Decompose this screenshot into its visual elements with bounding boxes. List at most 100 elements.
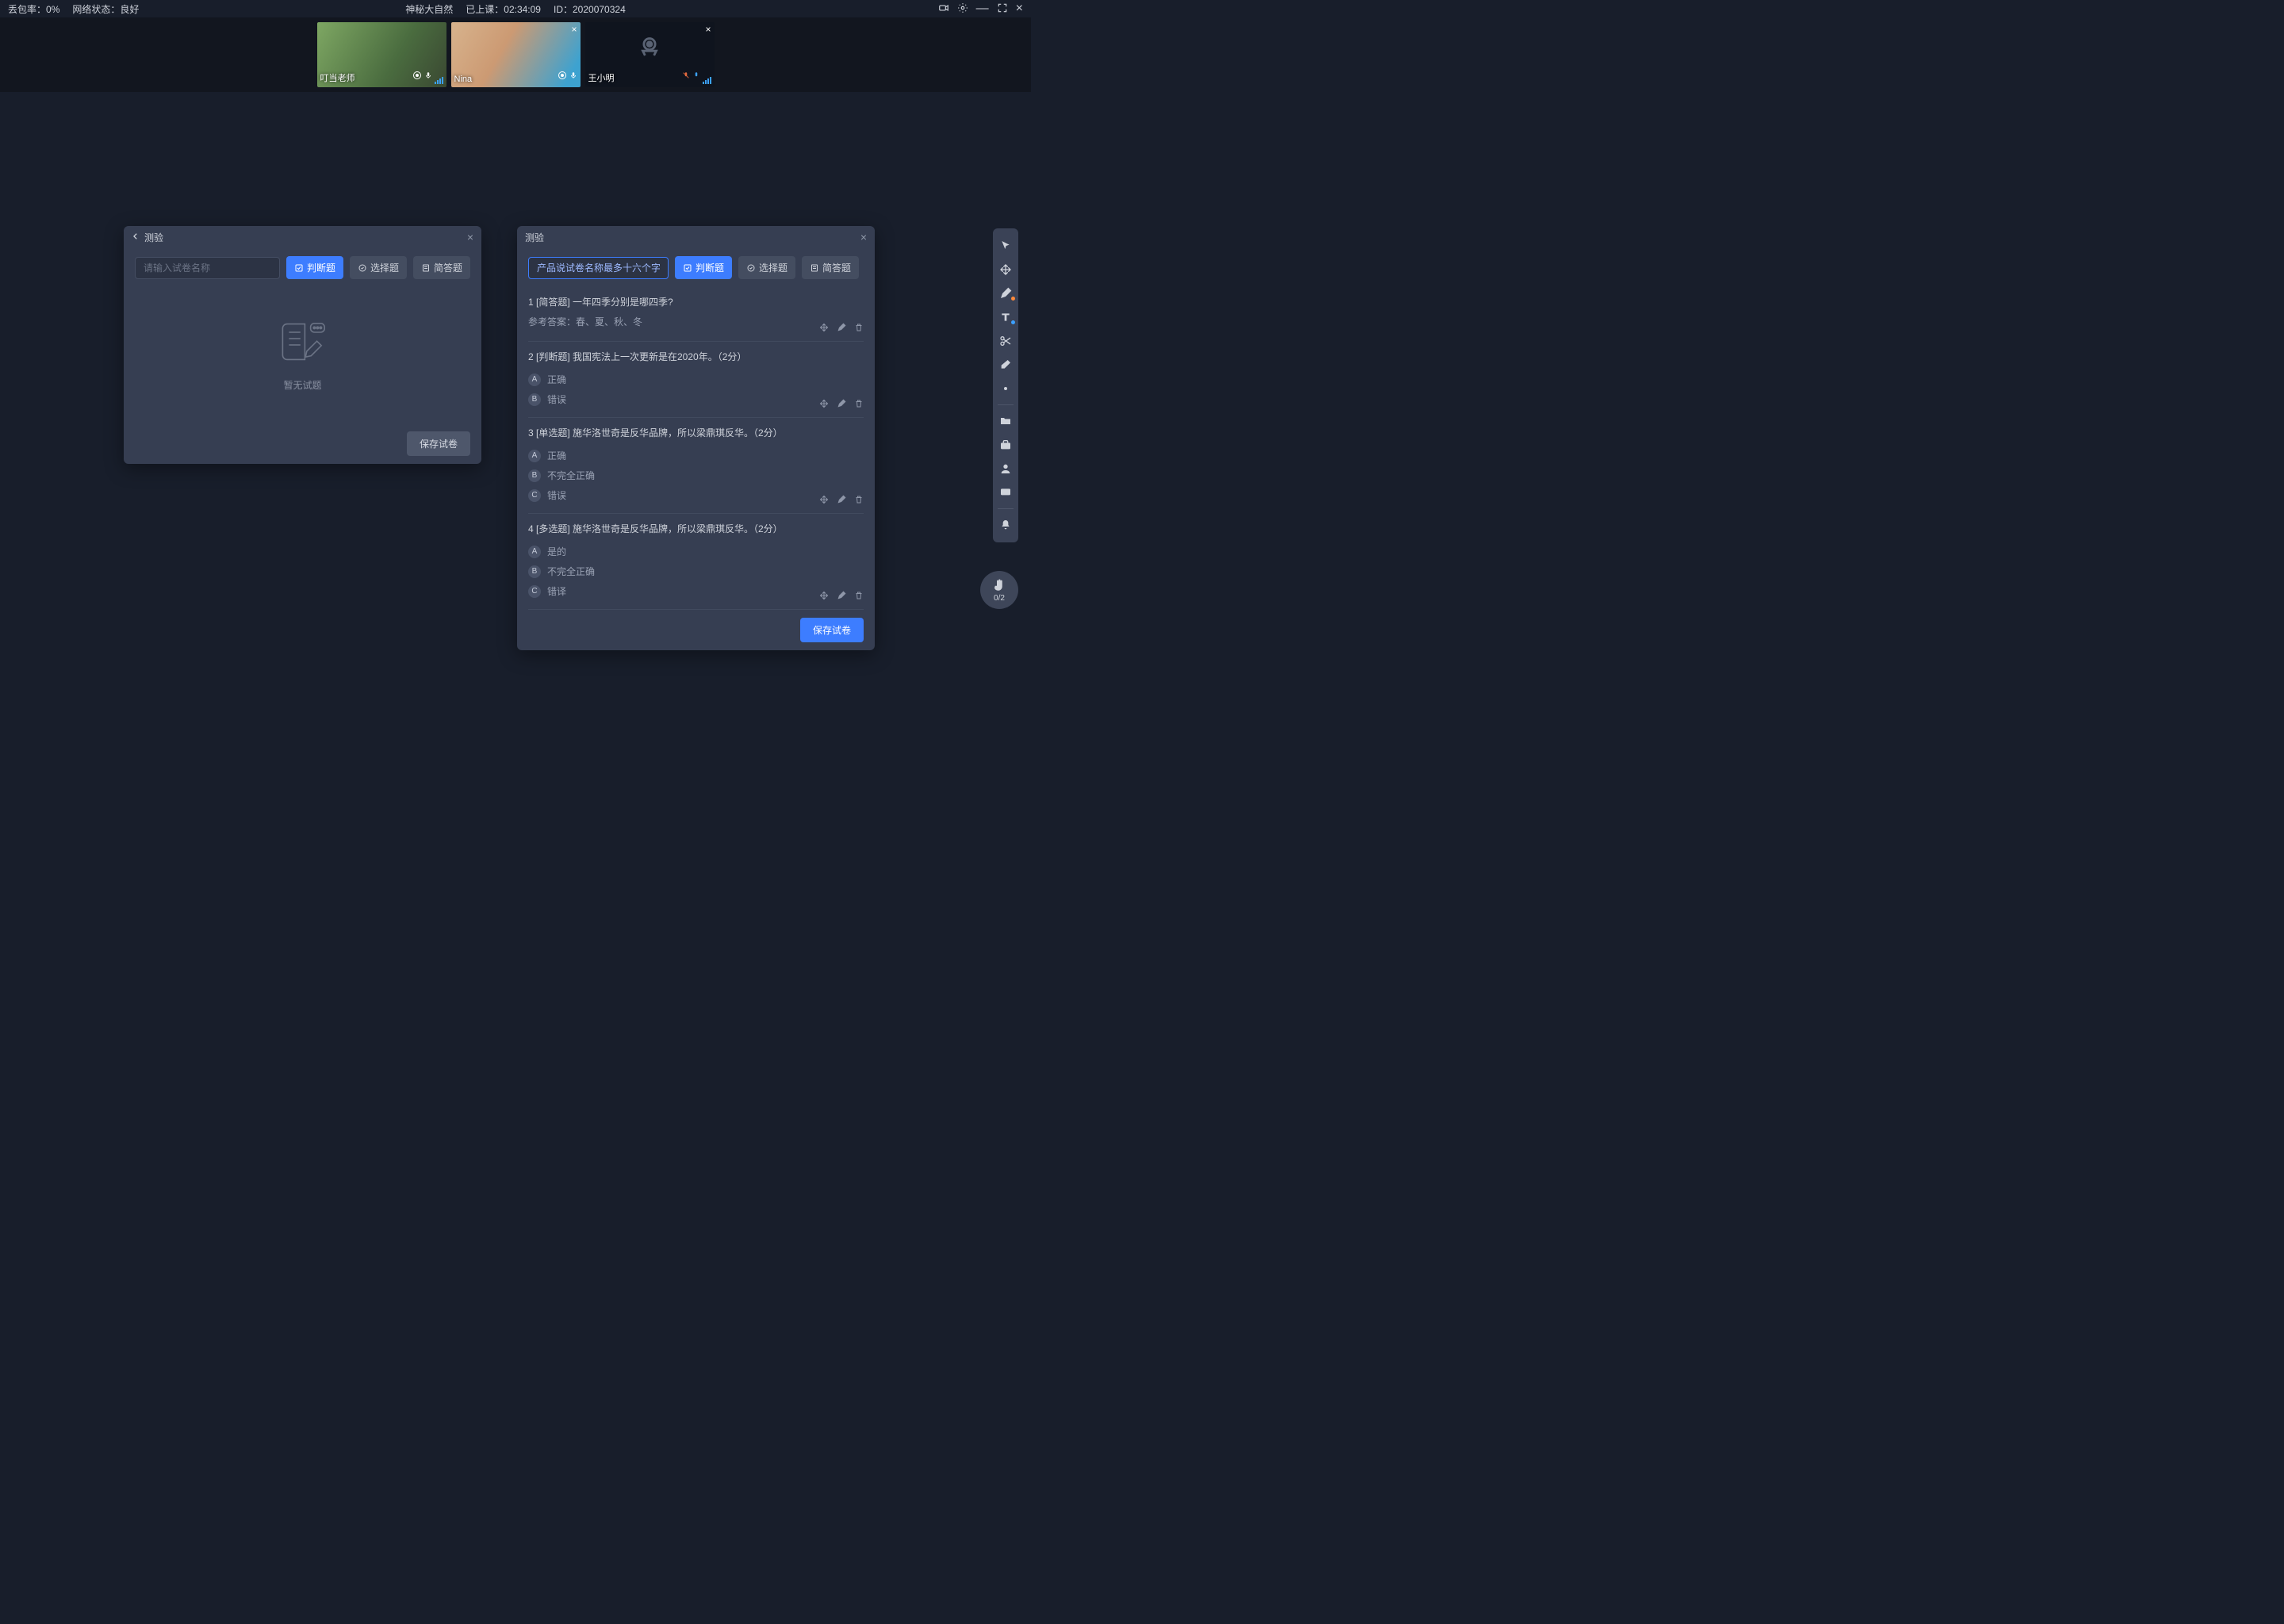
mic-icon[interactable] [692, 70, 700, 84]
move-icon[interactable] [819, 591, 829, 603]
option-badge: B [528, 565, 541, 578]
question-actions [819, 323, 864, 335]
option-badge: A [528, 450, 541, 462]
option-badge: C [528, 489, 541, 502]
option-badge: C [528, 585, 541, 598]
video-tile-teacher[interactable]: 叮当老师 [317, 22, 446, 87]
tool-pen[interactable] [993, 282, 1018, 304]
packet-loss: 丢包率：0% [8, 2, 59, 16]
move-icon[interactable] [819, 399, 829, 411]
tab-judge-button[interactable]: 判断题 [675, 256, 732, 279]
tool-move[interactable] [993, 259, 1018, 281]
volume-indicator [703, 77, 711, 84]
quiz-panel-editor: 测验 × 判断题 选择题 简答题 1 [简答题] 一年四季分别是哪四季?参考答案… [517, 226, 875, 650]
save-quiz-button[interactable]: 保存试卷 [800, 618, 864, 642]
panel-title: 测验 [525, 231, 544, 244]
volume-indicator [435, 77, 443, 84]
minimize-icon[interactable]: — [976, 2, 989, 16]
tool-bell[interactable] [993, 514, 1018, 536]
tool-laser[interactable] [993, 377, 1018, 400]
raise-hand-button[interactable]: 0/2 [980, 571, 1018, 609]
top-bar: 丢包率：0% 网络状态：良好 神秘大自然 已上课：02:34:09 ID：202… [0, 0, 1031, 17]
video-name: Nina [454, 75, 473, 84]
question-title: 2 [判断题] 我国宪法上一次更新是在2020年。（2分） [528, 350, 864, 363]
question-item: 3 [单选题] 施华洛世奇是反华品牌，所以梁鼎琪反华。（2分） A正确B不完全正确… [528, 418, 864, 514]
question-actions [819, 495, 864, 507]
quiz-panel-empty: 测验 × 判断题 选择题 简答题 暂无试题 保存试卷 [124, 226, 481, 464]
edit-icon[interactable] [837, 495, 846, 507]
edit-icon[interactable] [837, 323, 846, 335]
option-text: 不完全正确 [547, 565, 595, 578]
mic-muted-icon[interactable] [682, 70, 690, 84]
settings-icon[interactable] [957, 2, 968, 16]
mic-icon[interactable] [424, 70, 432, 84]
option-badge: A [528, 546, 541, 558]
quiz-name-input[interactable] [135, 257, 280, 279]
question-item: 4 [多选题] 施华洛世奇是反华品牌，所以梁鼎琪反华。（2分）A是的B不完全正确… [528, 514, 864, 610]
tool-users[interactable] [993, 458, 1018, 480]
question-actions [819, 399, 864, 411]
quiz-name-input[interactable] [528, 257, 669, 279]
edit-icon[interactable] [837, 399, 846, 411]
tool-scissors[interactable] [993, 330, 1018, 352]
save-quiz-button[interactable]: 保存试卷 [407, 431, 470, 456]
video-strip: 叮当老师 × Nina × 王小明 [0, 17, 1031, 92]
question-title: 3 [单选题] 施华洛世奇是反华品牌，所以梁鼎琪反华。（2分） [528, 426, 864, 439]
question-answer: 参考答案：春、夏、秋、冬 [528, 315, 864, 328]
close-icon[interactable]: × [1016, 2, 1023, 16]
tool-cursor[interactable] [993, 235, 1018, 257]
option-text: 错译 [547, 584, 566, 598]
delete-icon[interactable] [854, 591, 864, 603]
panel-title: 测验 [144, 231, 163, 244]
option-text: 是的 [547, 545, 566, 558]
question-option[interactable]: C错误 [528, 485, 864, 505]
video-tile-student-1[interactable]: × Nina [451, 22, 581, 87]
tab-judge-button[interactable]: 判断题 [286, 256, 343, 279]
back-icon[interactable] [132, 232, 140, 243]
option-text: 错误 [547, 393, 566, 406]
edit-icon[interactable] [837, 591, 846, 603]
panel-close-icon[interactable]: × [467, 231, 473, 243]
target-icon[interactable] [412, 70, 422, 84]
tool-text[interactable] [993, 306, 1018, 328]
empty-text: 暂无试题 [283, 378, 321, 392]
tile-close-icon[interactable]: × [571, 24, 577, 35]
session-id: ID：2020070324 [554, 2, 626, 16]
panel-close-icon[interactable]: × [860, 231, 867, 243]
video-tile-student-2[interactable]: × 王小明 [585, 22, 715, 87]
tile-close-icon[interactable]: × [705, 24, 711, 35]
tab-short-button[interactable]: 简答题 [413, 256, 470, 279]
move-icon[interactable] [819, 495, 829, 507]
question-option[interactable]: A正确 [528, 446, 864, 465]
delete-icon[interactable] [854, 323, 864, 335]
delete-icon[interactable] [854, 495, 864, 507]
tool-chat[interactable] [993, 481, 1018, 504]
camera-toggle-icon[interactable] [938, 2, 949, 16]
option-text: 不完全正确 [547, 469, 595, 482]
network-status: 网络状态：良好 [72, 2, 139, 16]
question-actions [819, 591, 864, 603]
target-icon[interactable] [558, 70, 567, 84]
question-option[interactable]: A正确 [528, 370, 864, 389]
empty-state: 暂无试题 [124, 287, 481, 423]
tab-short-button[interactable]: 简答题 [802, 256, 859, 279]
tab-choice-button[interactable]: 选择题 [738, 256, 795, 279]
question-option[interactable]: B 错误 [528, 389, 864, 409]
option-badge: B [528, 393, 541, 406]
tool-eraser[interactable] [993, 354, 1018, 376]
option-text: 正确 [547, 373, 566, 386]
question-option[interactable]: B 不完全正确 [528, 561, 864, 581]
question-option[interactable]: C 错译 [528, 581, 864, 601]
question-option[interactable]: B不完全正确 [528, 465, 864, 485]
mic-icon[interactable] [569, 70, 577, 84]
tab-choice-button[interactable]: 选择题 [350, 256, 407, 279]
question-option[interactable]: A 是的 [528, 542, 864, 561]
maximize-icon[interactable] [997, 2, 1008, 16]
delete-icon[interactable] [854, 399, 864, 411]
move-icon[interactable] [819, 323, 829, 335]
tool-toolbar [993, 228, 1018, 542]
question-list: 1 [简答题] 一年四季分别是哪四季?参考答案：春、夏、秋、冬 2 [判断题] … [517, 287, 875, 610]
tool-folder[interactable] [993, 410, 1018, 432]
camera-off-icon [636, 33, 663, 63]
tool-toolbox[interactable] [993, 434, 1018, 456]
